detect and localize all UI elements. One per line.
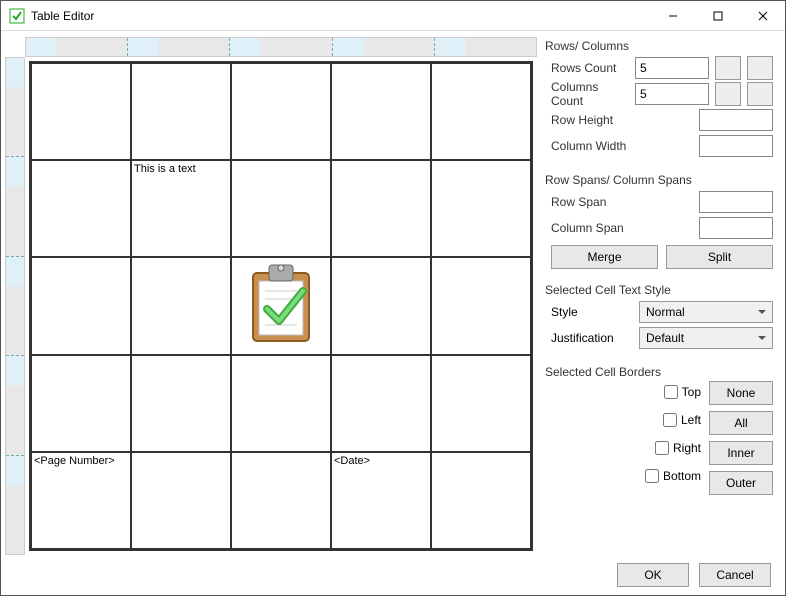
column-width-input[interactable] xyxy=(699,135,773,157)
table-preview[interactable]: This is a text xyxy=(5,37,537,555)
table-cell[interactable] xyxy=(31,160,131,257)
table-cell[interactable] xyxy=(231,355,331,452)
column-span-input[interactable] xyxy=(699,217,773,239)
border-top-label: Top xyxy=(682,385,701,399)
properties-panel: Rows/ Columns Rows Count Columns Count R… xyxy=(541,37,781,555)
minimize-button[interactable] xyxy=(650,1,695,30)
columns-count-label: Columns Count xyxy=(551,80,629,108)
ok-button[interactable]: OK xyxy=(617,563,689,587)
title-bar: Table Editor xyxy=(1,1,785,31)
table-cell[interactable] xyxy=(231,63,331,160)
row-span-input[interactable] xyxy=(699,191,773,213)
column-width-label: Column Width xyxy=(551,139,693,153)
rows-columns-title: Rows/ Columns xyxy=(545,39,773,53)
border-left-checkbox[interactable]: Left xyxy=(663,409,701,431)
border-left-label: Left xyxy=(681,413,701,427)
table-cell[interactable] xyxy=(331,160,431,257)
table-cell[interactable]: This is a text xyxy=(131,160,231,257)
border-top-checkbox[interactable]: Top xyxy=(664,381,701,403)
table-cell[interactable] xyxy=(131,257,231,354)
clipboard-check-icon xyxy=(243,261,319,350)
table-cell[interactable] xyxy=(31,257,131,354)
spans-title: Row Spans/ Column Spans xyxy=(545,173,773,187)
dialog-footer: OK Cancel xyxy=(1,555,785,595)
row-span-label: Row Span xyxy=(551,195,693,209)
row-height-label: Row Height xyxy=(551,113,693,127)
borders-outer-button[interactable]: Outer xyxy=(709,471,773,495)
maximize-button[interactable] xyxy=(695,1,740,30)
table-cell[interactable] xyxy=(31,63,131,160)
columns-count-input[interactable] xyxy=(635,83,709,105)
borders-all-button[interactable]: All xyxy=(709,411,773,435)
app-icon xyxy=(9,8,25,24)
table-cell[interactable] xyxy=(431,452,531,549)
justification-dropdown[interactable]: Default xyxy=(639,327,773,349)
table-cell[interactable] xyxy=(431,160,531,257)
table-cell[interactable] xyxy=(431,63,531,160)
window-title: Table Editor xyxy=(31,9,650,23)
table-cell[interactable] xyxy=(131,63,231,160)
horizontal-ruler xyxy=(25,37,537,57)
table-cell[interactable] xyxy=(31,355,131,452)
column-span-label: Column Span xyxy=(551,221,693,235)
split-button[interactable]: Split xyxy=(666,245,773,269)
justification-value: Default xyxy=(646,331,684,345)
table-cell[interactable] xyxy=(231,452,331,549)
table-cell[interactable] xyxy=(331,355,431,452)
remove-row-button[interactable] xyxy=(747,56,773,80)
style-value: Normal xyxy=(646,305,685,319)
table-cell[interactable] xyxy=(131,452,231,549)
table-grid[interactable]: This is a text xyxy=(29,61,533,551)
borders-title: Selected Cell Borders xyxy=(545,365,773,379)
table-cell[interactable] xyxy=(231,160,331,257)
rows-count-label: Rows Count xyxy=(551,61,629,75)
vertical-ruler xyxy=(5,57,25,555)
merge-button[interactable]: Merge xyxy=(551,245,658,269)
add-column-button[interactable] xyxy=(715,82,741,106)
rows-count-input[interactable] xyxy=(635,57,709,79)
border-bottom-checkbox[interactable]: Bottom xyxy=(645,465,701,487)
add-row-button[interactable] xyxy=(715,56,741,80)
close-button[interactable] xyxy=(740,1,785,30)
style-label: Style xyxy=(551,305,631,319)
borders-none-button[interactable]: None xyxy=(709,381,773,405)
border-right-checkbox[interactable]: Right xyxy=(655,437,701,459)
row-height-input[interactable] xyxy=(699,109,773,131)
table-cell[interactable] xyxy=(131,355,231,452)
table-cell[interactable] xyxy=(231,257,331,354)
text-style-title: Selected Cell Text Style xyxy=(545,283,773,297)
borders-inner-button[interactable]: Inner xyxy=(709,441,773,465)
style-dropdown[interactable]: Normal xyxy=(639,301,773,323)
justification-label: Justification xyxy=(551,331,631,345)
cancel-button[interactable]: Cancel xyxy=(699,563,771,587)
table-cell[interactable]: <Page Number> xyxy=(31,452,131,549)
remove-column-button[interactable] xyxy=(747,82,773,106)
table-cell[interactable] xyxy=(331,63,431,160)
border-right-label: Right xyxy=(673,441,701,455)
table-cell[interactable] xyxy=(331,257,431,354)
table-cell[interactable] xyxy=(431,355,531,452)
border-bottom-label: Bottom xyxy=(663,469,701,483)
table-cell[interactable]: <Date> xyxy=(331,452,431,549)
table-cell[interactable] xyxy=(431,257,531,354)
